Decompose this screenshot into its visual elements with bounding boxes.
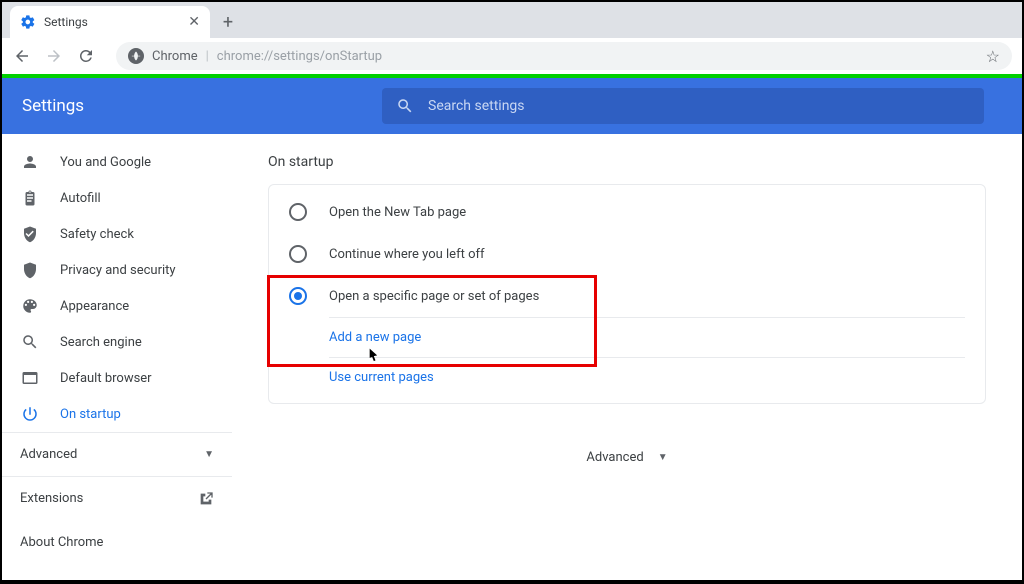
sidebar-about-link[interactable]: About Chrome [2, 520, 232, 564]
url-scheme: Chrome [152, 49, 198, 64]
add-new-page-link[interactable]: Add a new page [329, 318, 965, 357]
chevron-down-icon: ▼ [658, 452, 668, 463]
clipboard-icon [20, 188, 40, 208]
option-new-tab[interactable]: Open the New Tab page [269, 191, 985, 233]
sidebar-item-label: You and Google [60, 155, 151, 170]
startup-options-card: Open the New Tab page Continue where you… [268, 184, 986, 404]
sidebar-item-label: Appearance [60, 299, 129, 314]
radio-icon [289, 203, 307, 221]
close-tab-icon[interactable]: ✕ [188, 14, 200, 30]
person-icon [20, 152, 40, 172]
search-input[interactable] [428, 98, 970, 114]
new-tab-button[interactable]: + [214, 8, 242, 36]
section-title: On startup [268, 154, 986, 170]
sidebar-item-appearance[interactable]: Appearance [2, 288, 222, 324]
advanced-label: Advanced [586, 450, 643, 465]
sidebar-item-safety-check[interactable]: Safety check [2, 216, 222, 252]
sidebar-item-default-browser[interactable]: Default browser [2, 360, 222, 396]
palette-icon [20, 296, 40, 316]
forward-button[interactable] [44, 46, 64, 66]
back-button[interactable] [12, 46, 32, 66]
browser-toolbar: Chrome | chrome://settings/onStartup ☆ [2, 38, 1022, 74]
sidebar-item-label: Privacy and security [60, 263, 176, 278]
gear-icon [20, 14, 36, 30]
chevron-down-icon: ▼ [204, 449, 214, 460]
site-info-icon[interactable] [128, 48, 144, 64]
option-label: Continue where you left off [329, 247, 485, 262]
about-label: About Chrome [20, 535, 103, 550]
search-settings-box[interactable] [382, 88, 984, 124]
search-icon [20, 332, 40, 352]
sidebar-extensions-link[interactable]: Extensions [2, 476, 232, 520]
option-label: Open a specific page or set of pages [329, 289, 539, 304]
settings-sidebar: You and Google Autofill Safety check Pri… [2, 134, 232, 580]
sidebar-item-label: Autofill [60, 191, 101, 206]
main-advanced-toggle[interactable]: Advanced ▼ [268, 450, 986, 465]
bookmark-icon[interactable]: ☆ [986, 47, 1000, 66]
option-label: Open the New Tab page [329, 205, 466, 220]
tab-title: Settings [44, 15, 88, 29]
power-icon [20, 404, 40, 424]
extensions-label: Extensions [20, 491, 83, 506]
tab-strip: Settings ✕ + [2, 2, 1022, 38]
page-title: Settings [22, 96, 362, 116]
sidebar-item-autofill[interactable]: Autofill [2, 180, 222, 216]
browser-tab[interactable]: Settings ✕ [10, 6, 210, 38]
reload-button[interactable] [76, 46, 96, 66]
radio-icon [289, 245, 307, 263]
sidebar-item-label: On startup [60, 407, 121, 422]
shield-icon [20, 260, 40, 280]
option-specific-pages[interactable]: Open a specific page or set of pages [269, 275, 985, 317]
advanced-label: Advanced [20, 447, 77, 462]
settings-main: On startup Open the New Tab page Continu… [232, 134, 1022, 580]
radio-icon-selected [289, 287, 307, 305]
shield-check-icon [20, 224, 40, 244]
settings-header: Settings [2, 78, 1022, 134]
option-continue[interactable]: Continue where you left off [269, 233, 985, 275]
sidebar-item-label: Search engine [60, 335, 142, 350]
sidebar-advanced-toggle[interactable]: Advanced ▼ [2, 432, 232, 476]
use-current-pages-link[interactable]: Use current pages [329, 358, 965, 397]
url-separator: | [206, 49, 209, 64]
sidebar-item-label: Safety check [60, 227, 134, 242]
sidebar-item-on-startup[interactable]: On startup [2, 396, 222, 432]
external-link-icon [198, 491, 214, 507]
sidebar-item-privacy[interactable]: Privacy and security [2, 252, 222, 288]
address-bar[interactable]: Chrome | chrome://settings/onStartup ☆ [116, 42, 1012, 70]
url-path: chrome://settings/onStartup [217, 49, 382, 64]
sidebar-item-you-and-google[interactable]: You and Google [2, 144, 222, 180]
sidebar-item-search-engine[interactable]: Search engine [2, 324, 222, 360]
sidebar-item-label: Default browser [60, 371, 152, 386]
search-icon [396, 97, 414, 115]
browser-icon [20, 368, 40, 388]
